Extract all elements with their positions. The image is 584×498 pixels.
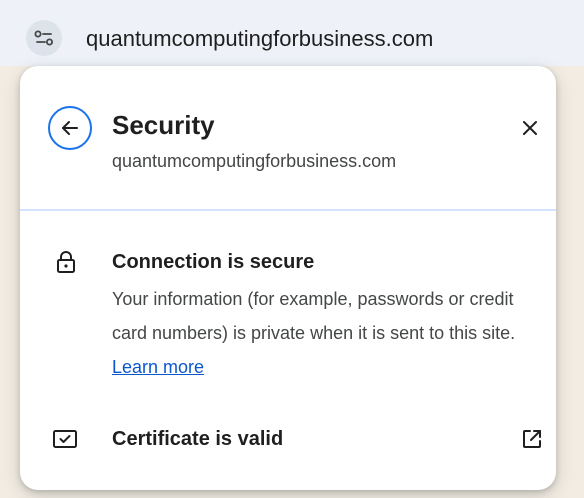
security-popup: Security quantumcomputingforbusiness.com… (20, 66, 556, 490)
certificate-label: Certificate is valid (112, 428, 284, 450)
back-button[interactable] (48, 106, 92, 150)
close-icon (523, 121, 537, 135)
site-settings-button[interactable] (26, 20, 62, 56)
connection-description: Your information (for example, passwords… (112, 282, 542, 384)
tune-icon (34, 30, 53, 46)
certificate-icon (53, 430, 77, 448)
popup-title: Security (112, 110, 215, 140)
connection-status-title: Connection is secure (112, 251, 315, 273)
header-divider (20, 209, 556, 211)
close-button[interactable] (516, 114, 544, 142)
learn-more-link[interactable]: Learn more (112, 357, 204, 377)
certificate-row[interactable]: Certificate is valid (20, 414, 556, 464)
lock-icon (57, 251, 75, 273)
connection-description-text: Your information (for example, passwords… (112, 289, 516, 343)
url-text[interactable]: quantumcomputingforbusiness.com (86, 26, 433, 52)
popup-header: Security quantumcomputingforbusiness.com (20, 66, 556, 209)
popup-subtitle: quantumcomputingforbusiness.com (112, 151, 397, 171)
arrow-left-icon (62, 121, 78, 135)
open-in-new-icon[interactable] (520, 427, 544, 451)
